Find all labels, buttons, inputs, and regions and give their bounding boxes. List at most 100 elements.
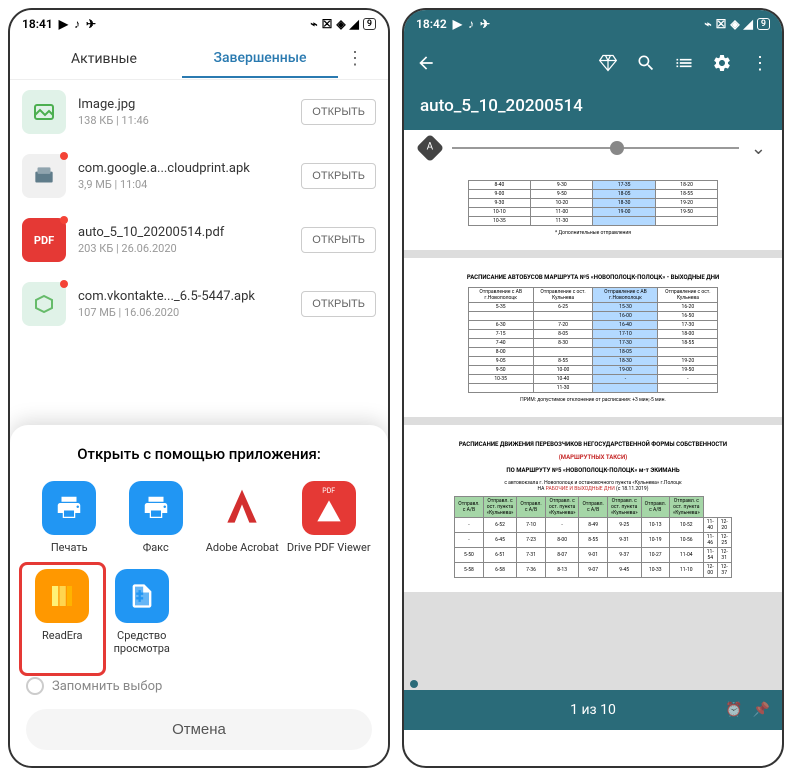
file-meta: 107 МБ | 16.06.2020 bbox=[78, 306, 289, 319]
notification-dot-icon bbox=[60, 280, 68, 288]
app-label: Drive PDF Viewer bbox=[287, 541, 371, 554]
pdf-page: РАСПИСАНИЕ АВТОБУСОВ МАРШРУТА №5 «НОВОПО… bbox=[404, 258, 782, 417]
wifi-icon: ◈ bbox=[730, 17, 739, 31]
app-bar: ⋮ bbox=[404, 38, 782, 88]
doc-subheading: (МАРШРУТНЫХ ТАКСИ) bbox=[414, 454, 772, 461]
note-text: ПРИМ: допустимое отклонение от расписани… bbox=[414, 397, 772, 403]
status-bar: 18:42 ▶ ♪ ✈ ⌁ ☒ ◈ ◢ 9 bbox=[404, 10, 782, 38]
alarm-icon[interactable]: ⏰ bbox=[725, 702, 742, 718]
telegram-icon: ✈ bbox=[86, 17, 96, 31]
battery-icon: 9 bbox=[757, 18, 770, 30]
status-time: 18:42 bbox=[416, 17, 447, 31]
telegram-icon: ✈ bbox=[480, 17, 490, 31]
app-fax[interactable]: Факс bbox=[113, 481, 200, 554]
schedule-table: 8-409-3017-3518-20 9-009-5018-0518-55 9-… bbox=[468, 180, 719, 226]
readera-icon bbox=[35, 569, 89, 623]
file-name: com.google.a...cloudprint.apk bbox=[78, 161, 289, 176]
phone-right: 18:42 ▶ ♪ ✈ ⌁ ☒ ◈ ◢ 9 bbox=[402, 8, 784, 768]
app-label: Средство просмотра bbox=[99, 629, 186, 655]
app-label: ReadEra bbox=[42, 629, 83, 642]
overflow-menu-icon[interactable]: ⋮ bbox=[338, 48, 372, 69]
file-list: Image.jpg 138 КБ | 11:46 ОТКРЫТЬ com.goo… bbox=[10, 80, 388, 336]
checkbox-icon[interactable] bbox=[26, 677, 44, 695]
signal-icon: ◢ bbox=[350, 17, 359, 31]
app-grid: Печать Факс Adobe Acrobat PDF bbox=[26, 481, 372, 669]
brightness-slider[interactable] bbox=[452, 147, 739, 149]
slider-thumb-icon[interactable] bbox=[610, 141, 624, 155]
doc-subheading: ПО МАРШРУТУ №5 «НОВОПОЛОЦК-ПОЛОЦК» м-т Э… bbox=[414, 467, 772, 474]
pdf-page: РАСПИСАНИЕ ДВИЖЕНИЯ ПЕРЕВОЗЧИКОВ НЕГОСУД… bbox=[404, 425, 782, 592]
search-icon[interactable] bbox=[636, 53, 656, 73]
file-meta: 138 КБ | 11:46 bbox=[78, 114, 289, 127]
auto-brightness-icon[interactable] bbox=[416, 134, 444, 162]
overflow-menu-icon[interactable]: ⋮ bbox=[750, 53, 770, 73]
adobe-icon bbox=[215, 481, 269, 535]
app-adobe-acrobat[interactable]: Adobe Acrobat bbox=[199, 481, 286, 554]
tabs: Активные Завершенные ⋮ bbox=[10, 38, 388, 80]
file-name: Image.jpg bbox=[78, 97, 289, 112]
file-item[interactable]: PDF auto_5_10_20200514.pdf 203 КБ | 26.0… bbox=[10, 208, 388, 272]
cancel-button[interactable]: Отмена bbox=[26, 709, 372, 750]
tiktok-icon: ♪ bbox=[468, 17, 474, 31]
chevron-down-icon[interactable]: ⌄ bbox=[751, 138, 766, 159]
footnote-text: * Дополнительные отправления bbox=[414, 230, 772, 236]
open-with-sheet: Открыть с помощью приложения: Печать Фак… bbox=[10, 425, 388, 766]
signal-icon: ◢ bbox=[744, 17, 753, 31]
pdf-page: 8-409-3017-3518-20 9-009-5018-0518-55 9-… bbox=[404, 166, 782, 250]
open-button[interactable]: ОТКРЫТЬ bbox=[301, 99, 376, 125]
file-item[interactable]: com.google.a...cloudprint.apk 3,9 МБ | 1… bbox=[10, 144, 388, 208]
youtube-icon: ▶ bbox=[453, 17, 462, 31]
back-icon[interactable] bbox=[416, 53, 436, 73]
vibrate-icon: ⌁ bbox=[310, 17, 317, 31]
open-button[interactable]: ОТКРЫТЬ bbox=[301, 163, 376, 189]
file-item[interactable]: com.vkontakte..._6.5-5447.apk 107 МБ | 1… bbox=[10, 272, 388, 336]
page-indicator-dot bbox=[410, 680, 418, 688]
tiktok-icon: ♪ bbox=[74, 17, 80, 31]
doc-note: с автовокзала г. Новополоцк и остановочн… bbox=[414, 480, 772, 492]
brightness-slider-row: ⌄ bbox=[404, 130, 782, 166]
toc-icon[interactable] bbox=[674, 53, 694, 73]
settings-icon[interactable] bbox=[712, 53, 732, 73]
wifi-icon: ◈ bbox=[336, 17, 345, 31]
drive-pdf-icon: PDF bbox=[302, 481, 356, 535]
open-button[interactable]: ОТКРЫТЬ bbox=[301, 291, 376, 317]
file-name: auto_5_10_20200514.pdf bbox=[78, 225, 289, 240]
doc-heading: РАСПИСАНИЕ АВТОБУСОВ МАРШРУТА №5 «НОВОПО… bbox=[414, 274, 772, 281]
file-meta: 203 КБ | 26.06.2020 bbox=[78, 242, 289, 255]
file-item[interactable]: Image.jpg 138 КБ | 11:46 ОТКРЫТЬ bbox=[10, 80, 388, 144]
notification-dot-icon bbox=[60, 152, 68, 160]
voip-icon: ☒ bbox=[322, 17, 333, 31]
vibrate-icon: ⌁ bbox=[704, 17, 711, 31]
app-drive-pdf[interactable]: PDF Drive PDF Viewer bbox=[286, 481, 373, 554]
app-readera[interactable]: ReadEra bbox=[19, 562, 106, 676]
open-button[interactable]: ОТКРЫТЬ bbox=[301, 227, 376, 253]
file-meta: 3,9 МБ | 11:04 bbox=[78, 178, 289, 191]
app-label: Факс bbox=[143, 541, 169, 554]
document-viewport[interactable]: ⌄ 8-409-3017-3518-20 9-009-5018-0518-55 … bbox=[404, 130, 782, 730]
status-time: 18:41 bbox=[22, 17, 53, 31]
doc-heading: РАСПИСАНИЕ ДВИЖЕНИЯ ПЕРЕВОЗЧИКОВ НЕГОСУД… bbox=[414, 441, 772, 448]
voip-icon: ☒ bbox=[716, 17, 727, 31]
fax-icon bbox=[129, 481, 183, 535]
phone-left: 18:41 ▶ ♪ ✈ ⌁ ☒ ◈ ◢ 9 Активные Завершенн… bbox=[8, 8, 390, 768]
app-viewer[interactable]: Средство просмотра bbox=[99, 569, 186, 655]
print-icon bbox=[42, 481, 96, 535]
tab-completed[interactable]: Завершенные bbox=[182, 50, 338, 78]
sheet-title: Открыть с помощью приложения: bbox=[26, 445, 372, 463]
remember-choice[interactable]: Запомнить выбор bbox=[26, 677, 372, 695]
remember-label: Запомнить выбор bbox=[52, 679, 162, 694]
app-print[interactable]: Печать bbox=[26, 481, 113, 554]
pdf-file-icon: PDF bbox=[22, 218, 66, 262]
image-file-icon bbox=[22, 90, 66, 134]
diamond-icon[interactable] bbox=[598, 53, 618, 73]
battery-icon: 9 bbox=[363, 18, 376, 30]
viewer-icon bbox=[115, 569, 169, 623]
schedule-table: Отправление с АВ г.НовополоцкОтправление… bbox=[468, 287, 719, 393]
app-label: Adobe Acrobat bbox=[206, 541, 279, 554]
tab-active[interactable]: Активные bbox=[26, 51, 182, 67]
pin-icon[interactable]: 📌 bbox=[753, 702, 770, 718]
schedule-table: Отправл. с А/ВОтправл. с ост. пункта «Ку… bbox=[454, 496, 731, 578]
apk-file-icon bbox=[22, 282, 66, 326]
youtube-icon: ▶ bbox=[59, 17, 68, 31]
app-label: Печать bbox=[51, 541, 88, 554]
